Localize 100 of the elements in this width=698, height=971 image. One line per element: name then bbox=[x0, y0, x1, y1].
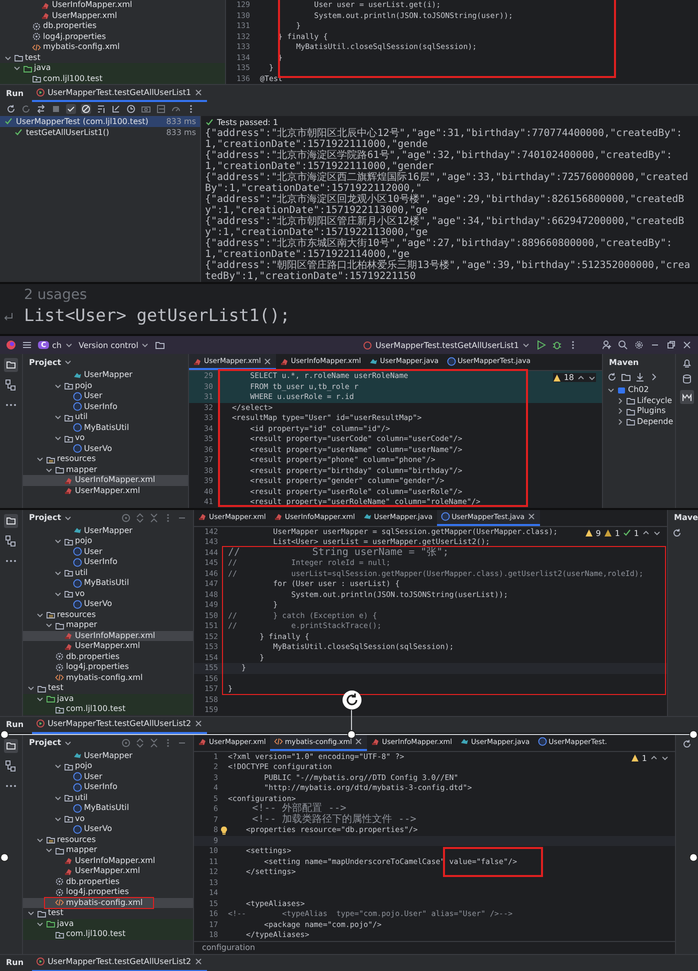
download-icon[interactable] bbox=[635, 372, 645, 382]
restore-icon[interactable] bbox=[666, 340, 676, 350]
add-user-icon[interactable] bbox=[602, 340, 612, 350]
tree-item[interactable]: MyBatisUtil bbox=[23, 422, 188, 433]
tree-item[interactable]: pojo bbox=[23, 761, 193, 772]
tree-item[interactable]: mapper bbox=[23, 845, 193, 856]
tree-item[interactable]: UserInfoMapper.xml bbox=[23, 475, 188, 486]
target-icon[interactable] bbox=[121, 512, 131, 522]
tree-item[interactable]: UserVo bbox=[23, 599, 193, 610]
tree-item[interactable]: com.ljl100.test bbox=[23, 704, 193, 714]
settings-icon[interactable] bbox=[634, 340, 644, 350]
chevron-down-icon[interactable] bbox=[588, 374, 596, 382]
tree-item[interactable]: Depende bbox=[603, 416, 675, 427]
tree-item[interactable]: User bbox=[23, 546, 193, 557]
tree-item[interactable]: UserMapper.xml bbox=[23, 486, 188, 496]
resize-handle[interactable] bbox=[347, 730, 356, 738]
app-logo-icon[interactable] bbox=[6, 340, 16, 350]
close-icon[interactable] bbox=[682, 340, 692, 350]
close-icon[interactable] bbox=[194, 957, 204, 966]
tree-item[interactable]: UserMapper.xml bbox=[0, 10, 225, 21]
tree-item[interactable]: resources bbox=[23, 454, 188, 464]
folder-icon[interactable] bbox=[155, 340, 166, 350]
close-icon[interactable] bbox=[262, 356, 272, 366]
tree-item[interactable]: MyBatisUtil bbox=[23, 803, 193, 814]
run-tab[interactable]: UserMapperTest.testGetAllUserList2 bbox=[32, 954, 208, 971]
tree-item[interactable]: UserInfoMapper.xml bbox=[23, 630, 193, 641]
structure-icon[interactable] bbox=[4, 758, 18, 772]
tree-item[interactable]: UserVo bbox=[23, 444, 188, 454]
tree-item[interactable]: vo bbox=[23, 433, 188, 444]
tree-item[interactable]: UserInfo bbox=[23, 782, 193, 792]
tree-item[interactable]: Lifecycle bbox=[603, 396, 675, 406]
folder-icon[interactable] bbox=[4, 358, 18, 372]
expand-icon[interactable] bbox=[135, 738, 145, 748]
folder-icon[interactable] bbox=[4, 514, 18, 528]
tree-item[interactable]: vo bbox=[23, 588, 193, 599]
expand-icon[interactable] bbox=[135, 512, 145, 522]
no-symbol-icon[interactable] bbox=[81, 104, 91, 114]
tree-item[interactable]: UserInfo bbox=[23, 557, 193, 568]
maven-icon[interactable] bbox=[680, 390, 694, 404]
chevron-down-icon[interactable] bbox=[661, 754, 669, 762]
tree-item[interactable]: test bbox=[23, 908, 193, 918]
tree-item[interactable]: com.ljl100.test bbox=[0, 74, 225, 84]
stop-icon[interactable] bbox=[51, 104, 61, 114]
tree-item[interactable]: UserMapper.xml bbox=[23, 866, 193, 876]
tree-item[interactable]: db.properties bbox=[23, 876, 193, 887]
test-item[interactable]: testGetAllUserList1() 833 ms bbox=[0, 127, 200, 138]
test-item[interactable]: UserMapperTest (com.ljl100.test) 833 ms bbox=[0, 116, 200, 127]
export-icon[interactable] bbox=[156, 104, 166, 114]
rerun-icon[interactable] bbox=[6, 104, 16, 114]
search-icon[interactable] bbox=[618, 340, 628, 350]
tree-item[interactable]: UserMapper bbox=[23, 526, 193, 536]
tree-item[interactable]: UserInfoMapper.xml bbox=[0, 0, 225, 10]
tree-item[interactable]: test bbox=[23, 683, 193, 694]
structure-icon[interactable] bbox=[4, 534, 18, 548]
import-icon[interactable] bbox=[111, 104, 121, 114]
tree-item[interactable]: UserInfo bbox=[23, 402, 188, 412]
tree-item[interactable]: resources bbox=[23, 610, 193, 620]
close-icon[interactable] bbox=[526, 512, 536, 521]
tree-item[interactable]: UserMapper bbox=[23, 370, 188, 380]
play-icon[interactable] bbox=[536, 340, 546, 350]
tree-item[interactable]: Ch02 bbox=[603, 385, 675, 396]
rerun-failed-icon[interactable] bbox=[21, 104, 31, 114]
refresh-icon[interactable] bbox=[607, 372, 617, 382]
chevron-down-icon[interactable] bbox=[653, 529, 661, 537]
tree-item[interactable]: Plugins bbox=[603, 406, 675, 416]
project-view-dropdown[interactable]: Project bbox=[29, 358, 72, 366]
tree-item[interactable]: mapper bbox=[23, 464, 188, 475]
tree-item[interactable]: pojo bbox=[23, 380, 188, 391]
close-icon[interactable] bbox=[194, 88, 204, 96]
tree-item[interactable]: UserMapper bbox=[23, 750, 193, 761]
close-icon[interactable] bbox=[354, 737, 363, 746]
project-view-dropdown[interactable]: Project bbox=[29, 513, 72, 522]
tree-item[interactable]: mybatis-config.xml bbox=[23, 898, 193, 908]
tree-item[interactable]: db.properties bbox=[0, 21, 225, 32]
tree-item[interactable]: vo bbox=[23, 814, 193, 824]
collapse-icon[interactable] bbox=[149, 512, 159, 522]
tree-item[interactable]: UserInfoMapper.xml bbox=[23, 856, 193, 866]
folder-icon[interactable] bbox=[4, 738, 18, 752]
tree-item[interactable]: UserMapper.xml bbox=[23, 641, 193, 652]
tree-item[interactable]: User bbox=[23, 391, 188, 402]
tree-item[interactable]: java bbox=[23, 918, 193, 929]
resize-handle[interactable] bbox=[689, 730, 698, 738]
refresh-icon[interactable] bbox=[672, 528, 682, 538]
toggle-icon[interactable] bbox=[36, 104, 46, 114]
close-icon[interactable] bbox=[194, 719, 204, 728]
tree-item[interactable]: MyBatisUtil bbox=[23, 578, 193, 588]
check-icon[interactable] bbox=[66, 104, 76, 114]
collapse-icon[interactable] bbox=[149, 738, 159, 748]
tree-item[interactable]: User bbox=[23, 772, 193, 782]
refresh-icon[interactable] bbox=[682, 738, 692, 748]
chevron-right-icon[interactable] bbox=[649, 372, 659, 382]
database-icon[interactable] bbox=[682, 374, 692, 384]
tree-item[interactable]: mybatis-config.xml bbox=[23, 672, 193, 683]
bug-icon[interactable] bbox=[552, 340, 562, 350]
tree-item[interactable]: resources bbox=[23, 834, 193, 845]
tree-item[interactable]: log4j.properties bbox=[0, 32, 225, 42]
tree-item[interactable]: util bbox=[23, 568, 193, 578]
tree-item[interactable]: java bbox=[0, 63, 225, 74]
tree-item[interactable]: com.ljl100.test bbox=[23, 929, 193, 940]
tree-item[interactable]: util bbox=[23, 412, 188, 422]
